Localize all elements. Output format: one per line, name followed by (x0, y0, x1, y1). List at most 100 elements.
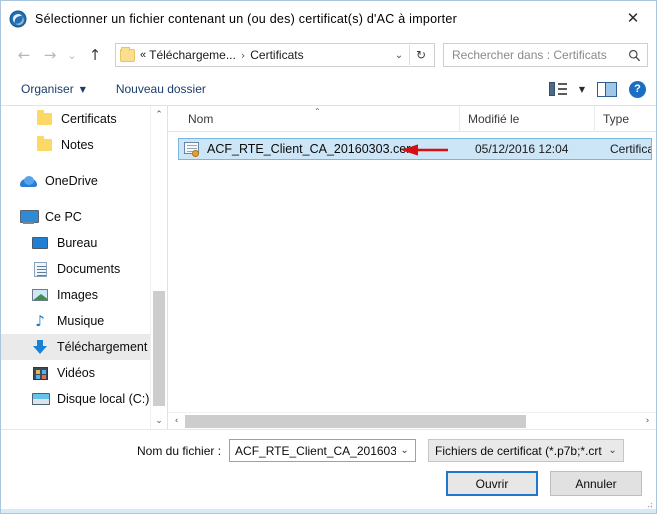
filename-input[interactable]: ACF_RTE_Client_CA_201603( ⌄ (229, 439, 417, 462)
cancel-button[interactable]: Annuler (550, 471, 642, 496)
search-input[interactable]: Rechercher dans : Certificats (443, 43, 648, 67)
address-bar[interactable]: « Téléchargeme... › Certificats ⌄ ↻ (115, 43, 435, 67)
folder-icon (120, 46, 135, 62)
sidebar-item-label: Disque local (C:) (57, 392, 150, 406)
sidebar-item-documents[interactable]: Documents (1, 256, 150, 282)
pictures-icon (31, 287, 49, 303)
sidebar-item-ce-pc[interactable]: Ce PC (1, 204, 150, 230)
column-header-name[interactable]: Nom ⌃ (180, 105, 460, 132)
sidebar-item-label: Vidéos (57, 366, 95, 380)
videos-icon (31, 365, 49, 381)
up-one-level-icon[interactable]: ↑ (81, 42, 109, 68)
column-header-modified-label: Modifié le (468, 111, 520, 126)
command-bar: Organiser ▼ Nouveau dossier ▼ ? (1, 73, 656, 106)
navigation-pane-group-gap (1, 194, 150, 204)
file-rows: ACF_RTE_Client_CA_20160303.cer 05/12/201… (168, 132, 656, 412)
file-open-dialog: Sélectionner un fichier contenant un (ou… (0, 0, 657, 514)
sidebar-item-onedrive[interactable]: OneDrive (1, 168, 150, 194)
file-name-cell: ACF_RTE_Client_CA_20160303.cer (207, 142, 411, 156)
organize-button[interactable]: Organiser ▼ (15, 79, 92, 99)
scroll-right-icon[interactable]: › (639, 416, 656, 426)
scroll-left-icon[interactable]: ‹ (168, 416, 185, 426)
file-list-horizontal-scrollbar[interactable]: ‹ › (168, 412, 656, 429)
refresh-icon[interactable]: ↻ (410, 48, 432, 62)
this-pc-monitor-icon (19, 209, 39, 225)
scroll-down-icon[interactable]: ⌄ (151, 412, 167, 429)
search-icon[interactable] (625, 49, 643, 62)
dialog-title: Sélectionner un fichier contenant un (ou… (35, 12, 458, 26)
help-icon[interactable]: ? (629, 80, 646, 98)
desktop-icon (31, 235, 49, 251)
sidebar-item-r-seau[interactable]: Réseau (1, 422, 150, 429)
chevron-down-icon: ▼ (79, 84, 86, 94)
chevron-down-icon[interactable]: ⌄ (389, 50, 409, 61)
column-header-modified[interactable]: Modifié le (460, 105, 595, 132)
vertical-scroll-thumb[interactable] (153, 290, 165, 407)
dialog-footer: Nom du fichier : ACF_RTE_Client_CA_20160… (1, 429, 656, 513)
sort-ascending-icon: ⌃ (314, 106, 321, 116)
documents-icon (31, 261, 49, 277)
breadcrumb-parent[interactable]: Téléchargeme... (149, 48, 236, 62)
file-type-cell: Certificat (610, 142, 651, 156)
navigation-pane-scrollbar[interactable]: ⌃ ⌄ (150, 106, 167, 429)
sidebar-item-label: Images (57, 288, 98, 302)
navigation-pane-scroll-area: Certificats Notes OneDrive Ce PC Bureau Docum… (1, 106, 150, 429)
title-bar: Sélectionner un fichier contenant un (ou… (1, 1, 656, 37)
music-note-icon: ♪ (35, 311, 45, 330)
sidebar-item-disque-local-c[interactable]: Disque local (C:) (1, 386, 150, 412)
filetype-value: Fichiers de certificat (*.p7b;*.crt (435, 443, 602, 458)
search-placeholder: Rechercher dans : Certificats (452, 48, 607, 62)
navigation-pane: Certificats Notes OneDrive Ce PC Bureau Docum… (1, 106, 168, 429)
navigation-pane-group-gap (1, 158, 150, 168)
filename-label: Nom du fichier : (137, 443, 222, 458)
horizontal-scroll-track[interactable] (185, 413, 639, 430)
view-layout-icon (548, 82, 567, 96)
back-icon[interactable]: ← (11, 42, 37, 68)
recent-locations-icon[interactable]: ⌄ (63, 42, 81, 68)
table-row[interactable]: ACF_RTE_Client_CA_20160303.cer 05/12/201… (178, 138, 652, 160)
horizontal-scroll-thumb[interactable] (185, 414, 526, 428)
sidebar-item-images[interactable]: Images (1, 282, 150, 308)
sidebar-item-label: Documents (57, 262, 121, 276)
downloads-arrow-icon (31, 339, 49, 355)
sidebar-item-label: Musique (57, 314, 105, 328)
breadcrumb-separator: › (240, 48, 246, 62)
sidebar-item-certificats[interactable]: Certificats (1, 106, 150, 132)
folder-icon (35, 110, 53, 127)
change-view-button[interactable]: ▼ (548, 82, 585, 96)
filetype-select[interactable]: Fichiers de certificat (*.p7b;*.crt ⌄ (428, 439, 625, 462)
certificate-file-icon (183, 141, 201, 157)
sidebar-item-notes[interactable]: Notes (1, 132, 150, 158)
navigation-pane-group-gap (1, 412, 150, 422)
command-bar-icons: ▼ ? (548, 80, 646, 98)
file-modified-cell: 05/12/2016 12:04 (475, 142, 569, 156)
navigation-pane-list: Certificats Notes OneDrive Ce PC Bureau Docum… (1, 106, 150, 429)
new-folder-label: Nouveau dossier (115, 82, 206, 96)
forward-icon[interactable]: → (37, 42, 63, 68)
preview-pane-left (598, 82, 607, 96)
preview-pane-icon[interactable] (597, 81, 617, 97)
sidebar-item-label: OneDrive (45, 174, 98, 188)
breadcrumb-current[interactable]: Certificats (250, 48, 303, 62)
organize-label: Organiser (21, 82, 74, 96)
filename-row: Nom du fichier : ACF_RTE_Client_CA_20160… (1, 439, 656, 462)
scroll-up-icon[interactable]: ⌃ (151, 106, 167, 123)
chevron-down-icon[interactable]: ⌄ (396, 445, 413, 456)
dialog-body: Certificats Notes OneDrive Ce PC Bureau Docum… (1, 105, 656, 429)
chevron-down-icon[interactable]: ⌄ (604, 445, 621, 456)
breadcrumb-prefix: « (140, 49, 147, 61)
sidebar-item-label: Certificats (61, 112, 117, 126)
sidebar-item-t-l-chargement[interactable]: Téléchargement (1, 334, 150, 360)
navigation-bar: ← → ⌄ ↑ « Téléchargeme... › Certificats … (1, 37, 656, 73)
column-header-type[interactable]: Type (595, 106, 656, 132)
sidebar-item-label: Ce PC (45, 210, 82, 224)
chevron-down-icon: ▼ (578, 84, 585, 94)
sidebar-item-musique[interactable]: ♪ Musique (1, 308, 150, 334)
close-icon[interactable]: ✕ (610, 1, 656, 35)
sidebar-item-bureau[interactable]: Bureau (1, 230, 150, 256)
vertical-scroll-track[interactable] (151, 123, 167, 412)
filename-value: ACF_RTE_Client_CA_201603( (235, 443, 397, 458)
open-button[interactable]: Ouvrir (446, 471, 538, 496)
new-folder-button[interactable]: Nouveau dossier (110, 79, 212, 99)
sidebar-item-vid-os[interactable]: Vidéos (1, 360, 150, 386)
